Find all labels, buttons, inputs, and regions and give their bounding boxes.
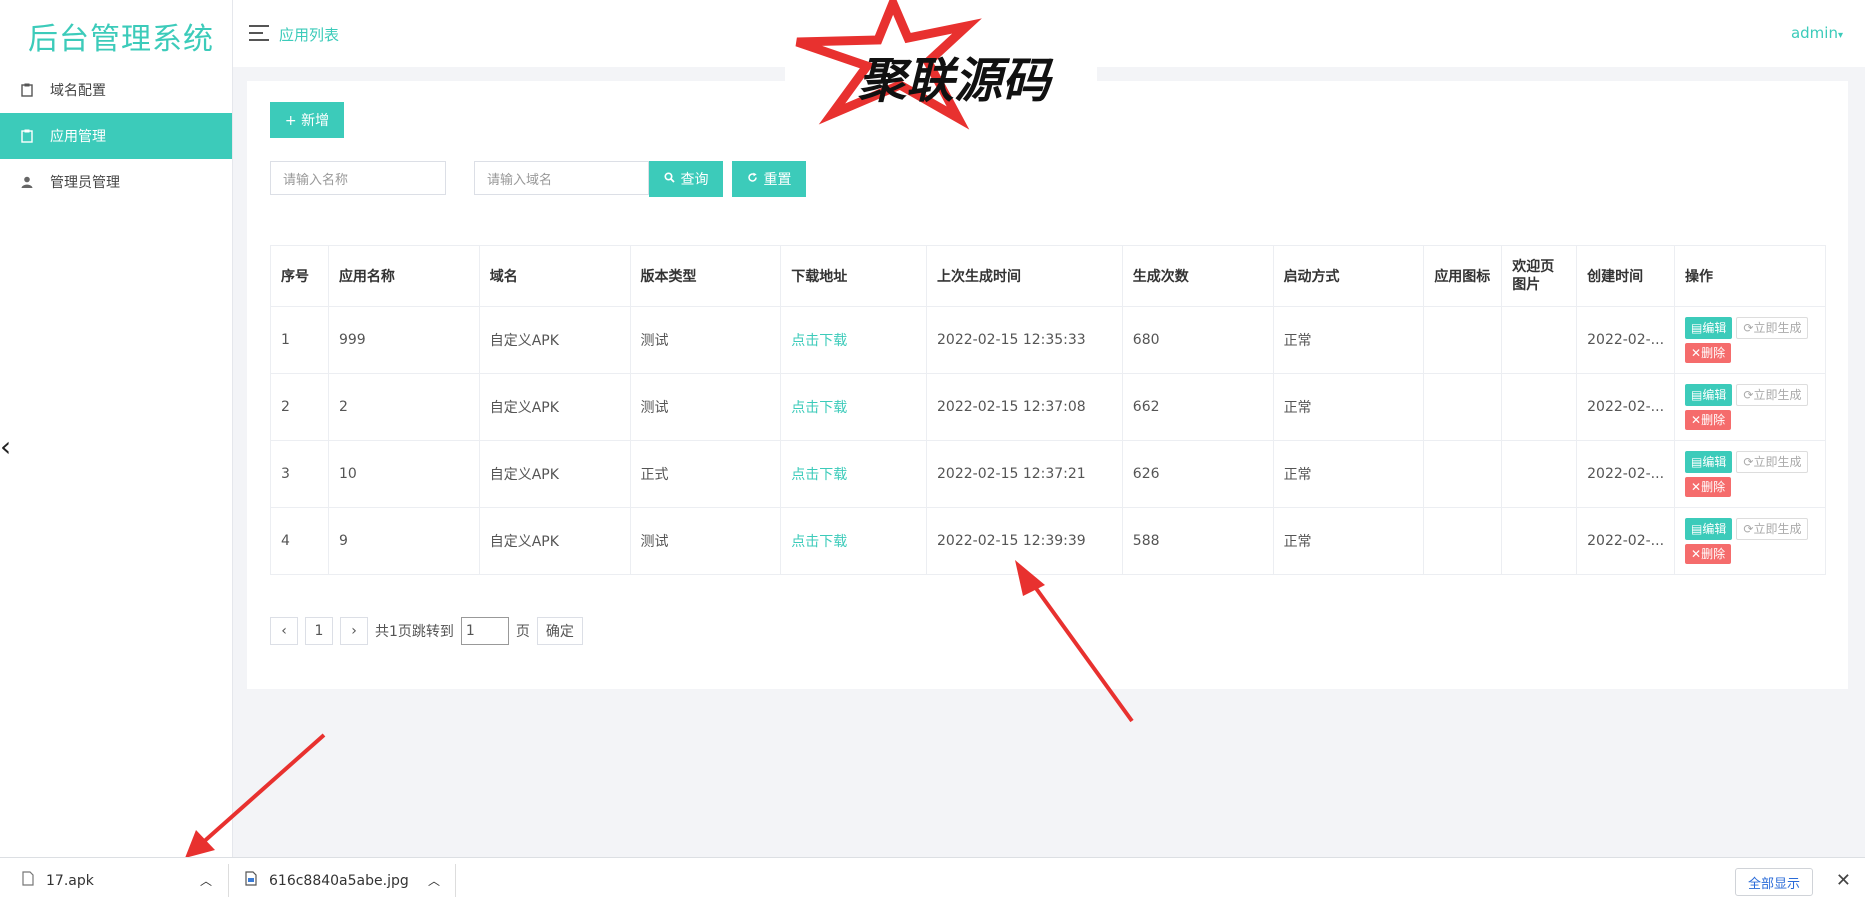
download-filename: 17.apk [46, 872, 94, 889]
download-item[interactable]: 616c8840a5abe.jpg ︿ [245, 858, 440, 903]
chevron-up-icon[interactable]: ︿ [428, 872, 440, 889]
show-all-downloads-button[interactable]: 全部显示 [1734, 868, 1813, 896]
close-icon[interactable]: ✕ [1836, 870, 1851, 891]
file-icon [22, 871, 34, 890]
download-bar: 17.apk ︿ 616c8840a5abe.jpg ︿ 全部显示 ✕ [0, 857, 1865, 903]
arrow-head [1015, 560, 1045, 596]
download-filename: 616c8840a5abe.jpg [269, 872, 409, 889]
chevron-up-icon[interactable]: ︿ [200, 872, 212, 889]
arrow-line [1028, 578, 1134, 723]
image-file-icon [245, 871, 257, 890]
chevron-left-icon: ‹ [0, 430, 12, 463]
download-item[interactable]: 17.apk ︿ [22, 858, 212, 903]
annotation-arrows [185, 560, 1134, 858]
arrow-line [198, 733, 326, 847]
